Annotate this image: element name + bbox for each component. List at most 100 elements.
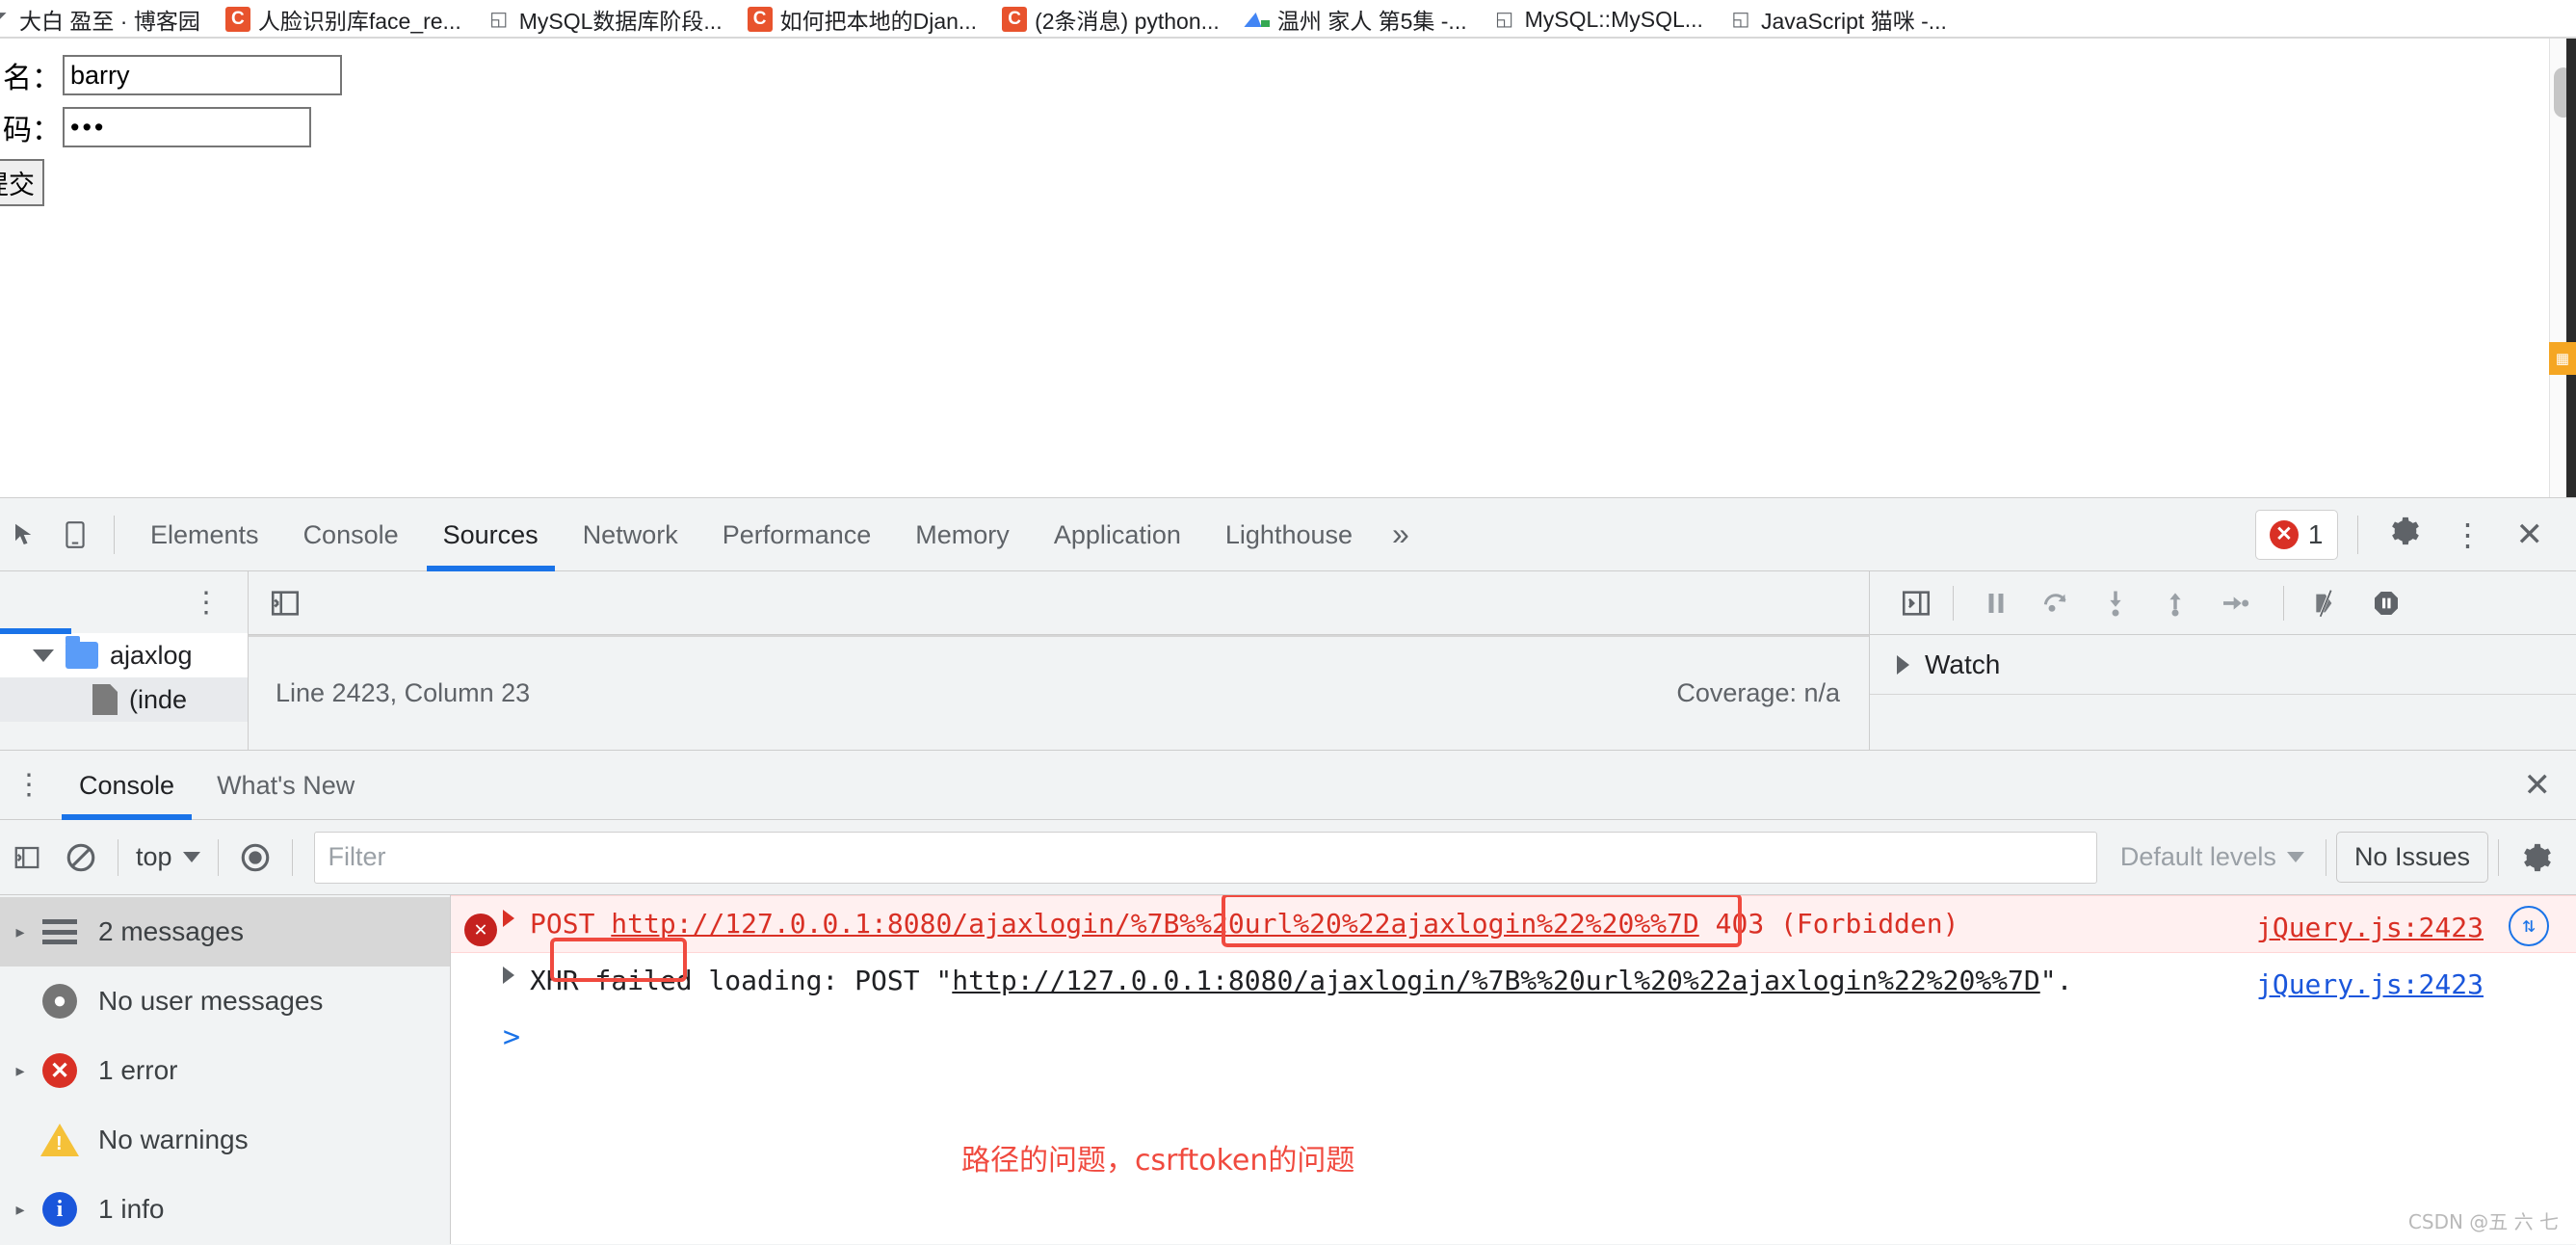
console-filter-input[interactable] (313, 831, 2097, 884)
request-url-link[interactable]: http://127.0.0.1:8080/ajaxlogin/%7B%%20u… (611, 908, 1698, 940)
chevron-down-icon (33, 649, 54, 662)
console-sidebar-item-warnings[interactable]: No warnings (0, 1105, 450, 1175)
password-input[interactable] (63, 107, 311, 147)
actions-divider (2356, 515, 2358, 554)
console-sidebar-item-messages[interactable]: ▸ 2 messages (0, 897, 450, 967)
console-body: ▸ 2 messages ● No user messages ▸ ✕ 1 er… (0, 895, 2576, 1244)
bookmark-item[interactable]: ◱ MySQL::MySQL... (1492, 0, 1703, 39)
request-url-link[interactable]: http://127.0.0.1:8080/ajaxlogin/%7B%%20u… (952, 965, 2039, 996)
log-levels-select[interactable]: Default levels (2109, 842, 2316, 872)
editor-toolbar (249, 571, 1869, 635)
drawer-tabbar: ⋮ Console What's New ✕ (0, 751, 2576, 820)
bookmark-item[interactable]: C (2条消息) python... (1002, 0, 1220, 39)
drawer-tab-whats-new[interactable]: What's New (196, 751, 376, 820)
bookmark-item[interactable]: C 如何把本地的Djan... (747, 0, 977, 39)
pause-script-icon[interactable] (1969, 580, 2023, 626)
bookmark-item[interactable]: ◱ JavaScript 猫咪 -... (1728, 0, 1947, 39)
console-sidebar-label: 1 info (98, 1194, 165, 1224)
log-levels-label: Default levels (2119, 842, 2276, 871)
settings-gear-icon[interactable] (2372, 515, 2435, 555)
tree-item-label: ajaxlog (110, 640, 193, 670)
scroll-into-view-icon[interactable]: ⇅ (2509, 906, 2549, 946)
bookmark-item[interactable]: C 人脸识别库face_re... (224, 0, 461, 39)
screen-root: ◤ 大白 盈至 · 博客园 C 人脸识别库face_re... ◱ MySQL数… (0, 0, 2576, 1245)
bookmark-item[interactable]: ◱ MySQL数据库阶段... (486, 0, 722, 39)
console-sidebar-label: No user messages (98, 986, 324, 1016)
drawer-menu-icon[interactable]: ⋮ (0, 756, 58, 814)
live-expression-icon[interactable] (228, 831, 282, 885)
console-message-error[interactable]: ✕ POST http://127.0.0.1:8080/ajaxlogin/%… (451, 895, 2576, 953)
tab-elements[interactable]: Elements (128, 498, 281, 571)
pause-on-exceptions-icon[interactable] (2359, 580, 2413, 626)
http-method: POST (530, 908, 612, 940)
bookmark-item[interactable]: ◤ 大白 盈至 · 博客园 (0, 0, 200, 39)
devtools-menu-icon[interactable]: ⋮ (2435, 517, 2501, 553)
step-icon[interactable] (2208, 580, 2262, 626)
step-out-icon[interactable] (2148, 580, 2202, 626)
coverage-label: Coverage: n/a (1676, 678, 1840, 707)
console-sidebar-item-info[interactable]: ▸ i 1 info (0, 1175, 450, 1244)
message-source-link[interactable]: jQuery.js:2423 (2256, 908, 2484, 948)
chevron-right-icon (1897, 654, 1909, 675)
sources-editor: Line 2423, Column 23 Coverage: n/a (249, 571, 1869, 750)
tree-item-folder[interactable]: ajaxlog (0, 633, 248, 677)
bookmark-label: JavaScript 猫咪 -... (1760, 9, 1947, 34)
inspect-element-icon[interactable] (0, 510, 50, 560)
tab-memory[interactable]: Memory (893, 498, 1032, 571)
console-sidebar-toggle-icon[interactable] (0, 831, 54, 885)
debugger-section-watch[interactable]: Watch (1870, 635, 2576, 695)
console-toolbar: top Default levels No Issues (0, 820, 2576, 895)
console-toolbar-divider-2 (217, 838, 219, 876)
edge-icon: ◤ (0, 7, 12, 32)
password-row: 码： (0, 105, 2549, 149)
sources-navigator: ⋮ ajaxlog (inde (0, 571, 249, 750)
devtools-close-icon[interactable]: ✕ (2501, 516, 2560, 554)
more-tabs-icon[interactable]: » (1375, 517, 1427, 552)
drawer-close-icon[interactable]: ✕ (2524, 766, 2552, 805)
error-count-badge[interactable]: ✕ 1 (2254, 509, 2338, 560)
message-source-link[interactable]: jQuery.js:2423 (2256, 965, 2484, 1005)
username-input[interactable] (63, 55, 342, 95)
list-icon (35, 907, 85, 957)
console-prompt[interactable]: > (451, 1009, 2576, 1054)
show-debugger-icon[interactable] (1895, 582, 1937, 624)
extension-badge-icon[interactable]: ▦ (2549, 342, 2576, 375)
bookmark-item[interactable]: 温州 家人 第5集 -... (1245, 0, 1467, 39)
page-viewport: 户名： 码： 提交 (0, 39, 2549, 497)
tab-performance[interactable]: Performance (700, 498, 894, 571)
step-into-icon[interactable] (2089, 580, 2142, 626)
tab-network[interactable]: Network (561, 498, 700, 571)
execution-context-select[interactable]: top (128, 842, 208, 872)
annotation-note: 路径的问题，csrftoken的问题 (961, 1144, 1355, 1178)
issues-button[interactable]: No Issues (2335, 832, 2488, 883)
prompt-caret-icon: > (503, 1020, 521, 1054)
tree-item-file[interactable]: (inde (0, 677, 248, 722)
video-icon (1245, 7, 1270, 32)
submit-button[interactable]: 提交 (0, 159, 44, 206)
drawer-tab-console[interactable]: Console (58, 751, 196, 820)
console-settings-gear-icon[interactable] (2509, 831, 2563, 885)
debugger-divider (1953, 585, 1954, 621)
console-message-info[interactable]: XHR failed loading: POST "http://127.0.0… (451, 953, 2576, 1009)
clear-console-icon[interactable] (54, 831, 108, 885)
console-sidebar-item-user-messages[interactable]: ● No user messages (0, 967, 450, 1036)
tab-lighthouse[interactable]: Lighthouse (1203, 498, 1375, 571)
step-over-icon[interactable] (2029, 580, 2083, 626)
warning-icon (35, 1115, 85, 1165)
device-toolbar-icon[interactable] (50, 510, 100, 560)
navigator-menu-icon[interactable]: ⋮ (192, 586, 221, 620)
tab-console[interactable]: Console (281, 498, 421, 571)
execution-context-value: top (136, 842, 172, 871)
expand-triangle-icon[interactable] (503, 967, 514, 984)
debugger-divider-2 (2283, 585, 2284, 621)
show-navigator-icon[interactable] (264, 582, 306, 624)
expand-triangle-icon[interactable] (503, 910, 514, 927)
bookmark-label: (2条消息) python... (1035, 9, 1220, 34)
bookmarks-bar: ◤ 大白 盈至 · 博客园 C 人脸识别库face_re... ◱ MySQL数… (0, 0, 2576, 39)
tab-sources[interactable]: Sources (421, 498, 561, 571)
chevron-down-icon (182, 852, 200, 862)
tab-application[interactable]: Application (1032, 498, 1203, 571)
toolbar-divider (114, 515, 115, 554)
deactivate-breakpoints-icon[interactable] (2300, 580, 2353, 626)
console-sidebar-item-errors[interactable]: ▸ ✕ 1 error (0, 1036, 450, 1105)
